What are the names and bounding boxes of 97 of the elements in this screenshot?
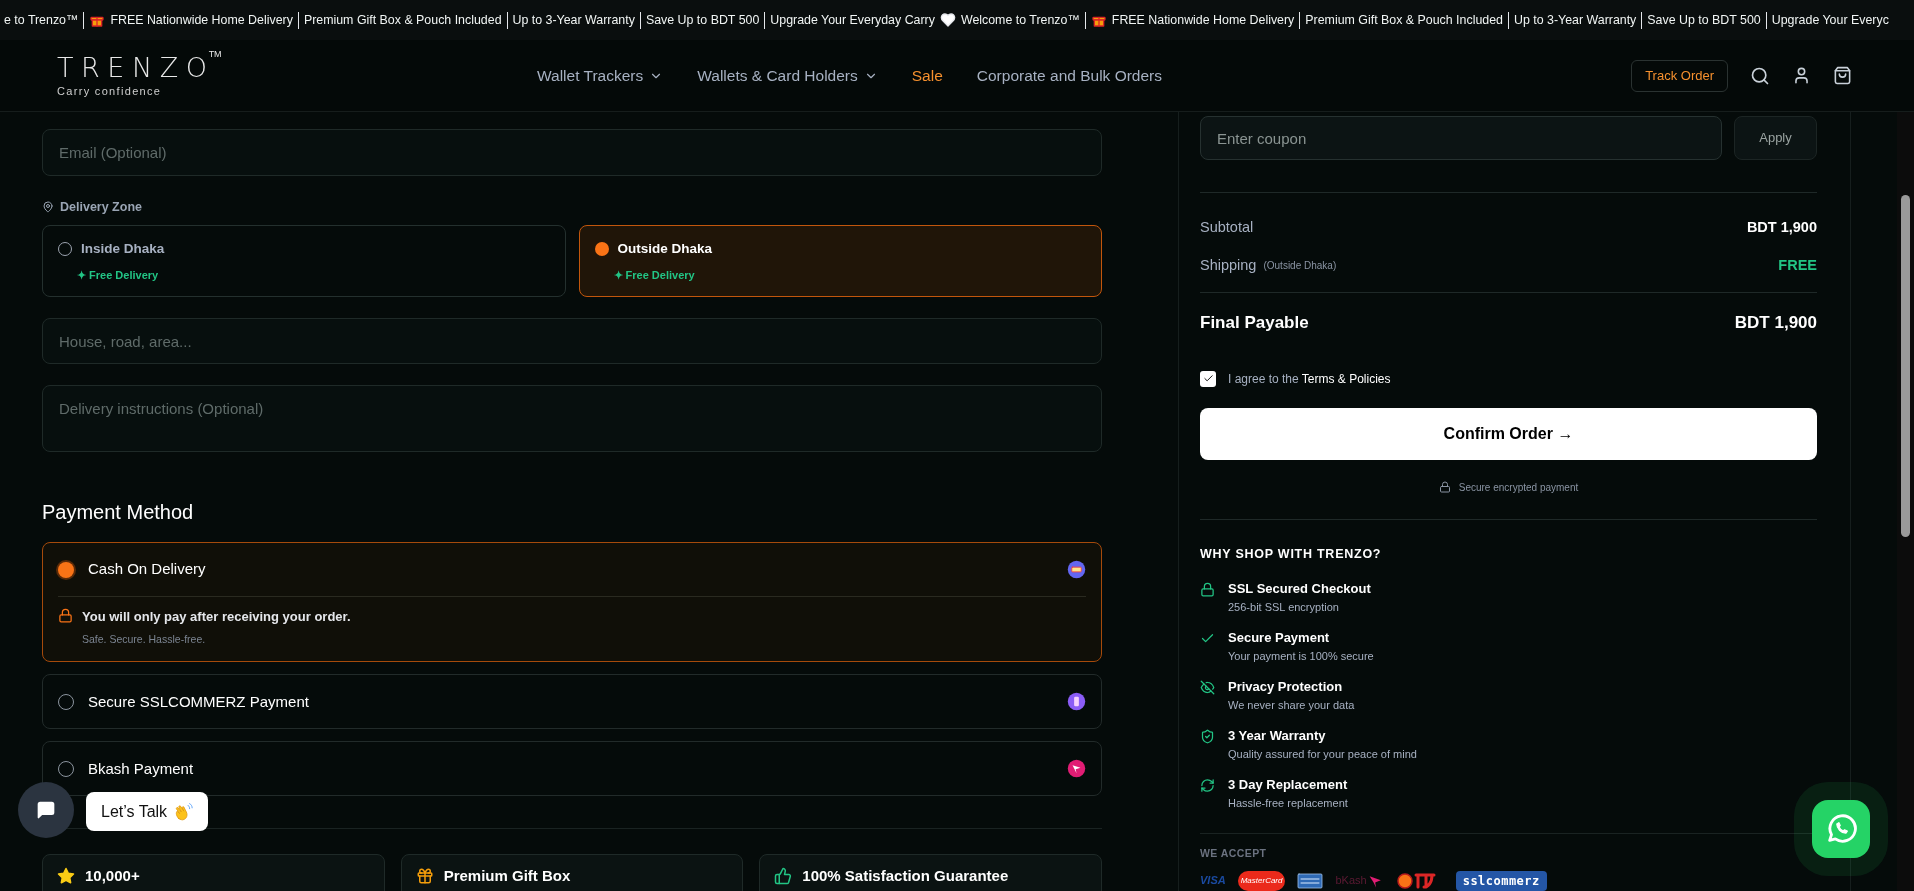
benefit-title: SSL Secured Checkout	[1228, 581, 1371, 598]
benefit-subtitle: We never share your data	[1228, 698, 1355, 713]
shipping-note: (Outside Dhaka)	[1263, 259, 1337, 274]
zone-label: Outside Dhaka	[617, 240, 713, 258]
summary-value: FREE	[1778, 256, 1817, 276]
sslcommerz-logo: sslcommerz	[1455, 870, 1547, 891]
free-delivery-note: ✦ Free Delivery	[77, 268, 159, 284]
nav-link[interactable]: Corporate and Bulk Orders	[976, 63, 1162, 88]
shield-check-icon	[1200, 729, 1215, 745]
nav-link[interactable]: Sale	[911, 63, 943, 88]
feature-title: 10,000+	[85, 867, 140, 886]
radio-button[interactable]	[594, 242, 609, 257]
map-pin-icon	[42, 201, 54, 213]
zone-label: Inside Dhaka	[81, 240, 165, 258]
mastercard-logo: MasterCard	[1237, 870, 1286, 891]
section-heading: WHY SHOP WITH TRENZO?	[1200, 547, 1383, 562]
scrollbar-thumb[interactable]	[1901, 195, 1910, 537]
coupon-field[interactable]: Enter coupon	[1200, 116, 1722, 160]
total-value: BDT 1,900	[1734, 312, 1817, 335]
instructions-field[interactable]: Delivery instructions (Optional)	[42, 385, 1102, 452]
agreement-text: I agree to the Terms & Policies	[1228, 370, 1391, 388]
payment-option[interactable]: Cash On Delivery You will only pay after receiving your order. Safe. Secure. Hassle-free.	[42, 542, 1102, 663]
payment-label: Bkash Payment	[88, 758, 194, 779]
terms-link[interactable]: Terms & Policies	[1301, 371, 1391, 386]
ticker-text: Upgrade Your Everyc	[1771, 11, 1889, 29]
payment-label: Secure SSLCOMMERZ Payment	[88, 691, 309, 712]
gift-icon	[415, 867, 434, 886]
lock-icon	[1438, 481, 1451, 494]
delivery-zone-option[interactable]: Inside Dhaka ✦ Free Delivery	[42, 225, 566, 297]
feature-title: 100% Satisfaction Guarantee	[802, 867, 1009, 886]
trademark-mark: TM	[208, 49, 222, 59]
logo-tagline: Carry confidence	[57, 84, 163, 98]
ticker-text: Premium Gift Box & Pouch Included	[303, 11, 502, 29]
delivery-zone-option[interactable]: Outside Dhaka ✦ Free Delivery	[578, 225, 1102, 297]
user-icon[interactable]	[1792, 66, 1811, 85]
bkash-logo: bKash	[1335, 872, 1384, 889]
checkbox[interactable]	[1200, 370, 1216, 387]
search-icon[interactable]	[1750, 65, 1770, 86]
chat-prompt-text: Let’s Talk	[101, 801, 168, 822]
nav-link[interactable]: Wallets & Card Holders	[697, 63, 878, 88]
benefit-title: Privacy Protection	[1228, 679, 1344, 696]
thumbs-up-icon	[774, 867, 793, 886]
star-icon	[57, 867, 75, 886]
whatsapp-button[interactable]	[1812, 800, 1870, 858]
benefit-subtitle: Quality assured for your peace of mind	[1228, 747, 1417, 762]
field-label: Delivery Zone	[60, 200, 142, 214]
lock-icon	[1200, 582, 1215, 598]
feature-title: Premium Gift Box	[443, 867, 571, 886]
eye-off-icon	[1200, 680, 1215, 696]
address-field[interactable]: House, road, area...	[42, 318, 1102, 364]
ticker-text: FREE Nationwide Home Delivery	[1111, 11, 1295, 29]
ticker-text: Welcome to Trenzo™	[960, 11, 1080, 29]
section-label: WE ACCEPT	[1200, 847, 1268, 860]
section-heading: Payment Method	[42, 500, 195, 524]
heart-icon	[939, 12, 956, 28]
benefit-subtitle: 256-bit SSL encryption	[1228, 600, 1340, 615]
lock-icon	[58, 608, 73, 623]
detail-subtitle: Safe. Secure. Hassle-free.	[82, 631, 207, 647]
waving-hand-icon	[173, 801, 194, 822]
nav-link[interactable]: Wallet Trackers	[537, 63, 664, 88]
ticker-text: Save Up to BDT 500	[645, 11, 760, 29]
chat-bubble-icon	[36, 800, 56, 820]
secure-note: Secure encrypted payment	[1458, 480, 1579, 495]
ticker-text: Upgrade Your Everyday Carry	[770, 11, 935, 29]
ticker-text: Up to 3-Year Warranty	[1513, 11, 1637, 29]
payment-option[interactable]: Secure SSLCOMMERZ Payment	[42, 674, 1102, 730]
ticker-text: e to Trenzo™	[4, 11, 79, 29]
total-label: Final Payable	[1200, 312, 1309, 335]
email-field[interactable]: Email (Optional)	[42, 129, 1102, 176]
chat-button[interactable]	[18, 782, 74, 838]
payment-option[interactable]: Bkash Payment	[42, 741, 1102, 797]
payment-label: Cash On Delivery	[88, 559, 206, 580]
benefit-subtitle: Your payment is 100% secure	[1228, 649, 1374, 664]
free-delivery-note: ✦ Free Delivery	[613, 268, 695, 284]
chat-prompt[interactable]: Let’s Talk	[86, 792, 209, 831]
benefit-title: 3 Year Warranty	[1228, 728, 1327, 745]
ticker-text: Save Up to BDT 500	[1647, 11, 1761, 29]
refresh-icon	[1200, 778, 1215, 794]
ticker-text: Premium Gift Box & Pouch Included	[1305, 11, 1503, 29]
summary-value: BDT 1,900	[1746, 218, 1817, 238]
benefit-subtitle: Hassle-free replacement	[1228, 796, 1348, 811]
detail-title: You will only pay after receiving your order.	[82, 608, 351, 626]
track-order-button[interactable]: Track Order	[1631, 59, 1728, 92]
card-logo	[1297, 872, 1324, 889]
summary-label: Shipping	[1200, 256, 1257, 276]
visa-logo: VISA	[1200, 873, 1226, 889]
cash-icon	[1067, 560, 1086, 579]
summary-label: Subtotal	[1200, 218, 1254, 238]
card-icon	[1067, 692, 1086, 712]
benefit-title: 3 Day Replacement	[1228, 777, 1348, 794]
confirm-order-button[interactable]: Confirm Order →	[1200, 407, 1817, 461]
radio-button[interactable]	[58, 561, 74, 578]
shopping-bag-icon[interactable]	[1833, 66, 1852, 85]
apply-button[interactable]: Apply	[1734, 116, 1817, 160]
ticker-text: FREE Nationwide Home Delivery	[110, 11, 293, 29]
ticker-text: Up to 3-Year Warranty	[512, 11, 635, 29]
benefit-title: Secure Payment	[1228, 630, 1331, 647]
